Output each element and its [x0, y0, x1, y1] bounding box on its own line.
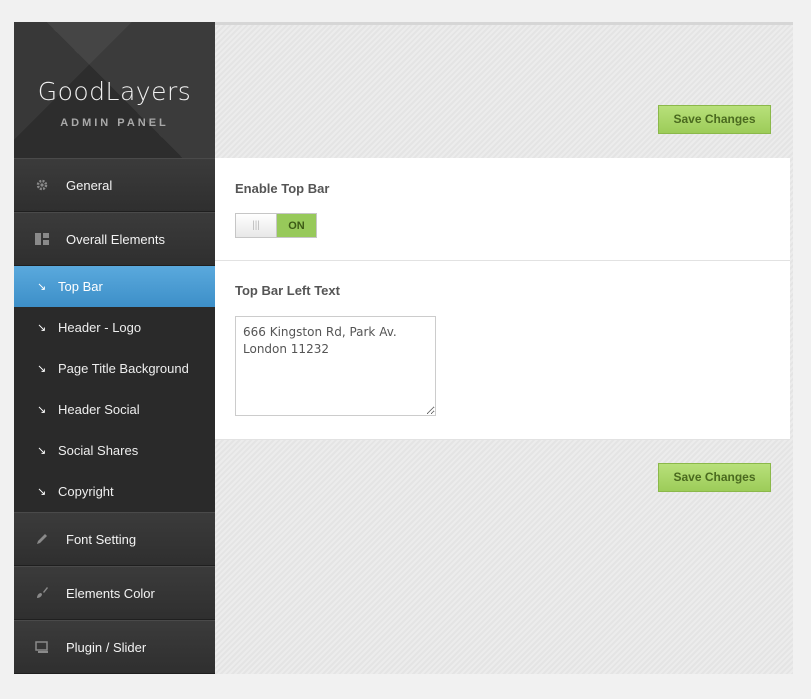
arrow-down-right-icon: ↘ [37, 281, 47, 293]
arrow-down-right-icon: ↘ [37, 486, 47, 498]
brand-subtitle: ADMIN PANEL [60, 117, 169, 129]
submenu-overall-elements: ↘ Top Bar ↘ Header - Logo ↘ Page Title B… [14, 266, 215, 512]
sidebar-item-plugin-slider[interactable]: Plugin / Slider [14, 620, 215, 674]
toggle-knob: ||| [236, 214, 277, 237]
slider-icon [35, 640, 49, 654]
sidebar-subitem-header-social[interactable]: ↘ Header Social [14, 389, 215, 430]
arrow-down-right-icon: ↘ [37, 363, 47, 375]
arrow-down-right-icon: ↘ [37, 322, 47, 334]
toggle-state-text: ON [277, 214, 316, 237]
sidebar-item-label: General [66, 177, 113, 193]
sidebar-subitem-label: Header - Logo [58, 320, 142, 335]
save-changes-button-bottom[interactable]: Save Changes [658, 463, 771, 492]
sidebar-subitem-label: Top Bar [58, 279, 103, 294]
enable-top-bar-toggle[interactable]: ||| ON [235, 213, 317, 238]
enable-top-bar-panel: Enable Top Bar ||| ON [215, 158, 790, 261]
sidebar-subitem-header-logo[interactable]: ↘ Header - Logo [14, 307, 215, 348]
sidebar-subitem-copyright[interactable]: ↘ Copyright [14, 471, 215, 512]
sidebar-item-label: Elements Color [66, 585, 155, 601]
sidebar-item-overall-elements[interactable]: Overall Elements [14, 212, 215, 266]
brush-icon [35, 586, 49, 600]
sidebar-item-font-setting[interactable]: Font Setting [14, 512, 215, 566]
sidebar-subitem-top-bar[interactable]: ↘ Top Bar [14, 266, 215, 307]
enable-top-bar-label: Enable Top Bar [235, 181, 330, 196]
sidebar-item-label: Font Setting [66, 531, 137, 547]
sidebar-subitem-social-shares[interactable]: ↘ Social Shares [14, 430, 215, 471]
brand-header: GoodLayers ADMIN PANEL [14, 22, 215, 158]
top-bar-left-text-panel: Top Bar Left Text 666 Kingston Rd, Park … [215, 261, 790, 440]
sidebar-subitem-label: Page Title Background [58, 361, 189, 376]
gear-icon [35, 178, 49, 192]
layout-icon [35, 232, 49, 246]
sidebar-item-label: Overall Elements [66, 231, 165, 247]
top-bar-left-text-label: Top Bar Left Text [235, 283, 340, 298]
sidebar-item-general[interactable]: General [14, 158, 215, 212]
sidebar-subitem-label: Header Social [58, 402, 140, 417]
sidebar: GoodLayers ADMIN PANEL General Overall E… [14, 22, 215, 674]
arrow-down-right-icon: ↘ [37, 445, 47, 457]
sidebar-subitem-page-title-background[interactable]: ↘ Page Title Background [14, 348, 215, 389]
save-changes-button-top[interactable]: Save Changes [658, 105, 771, 134]
arrow-down-right-icon: ↘ [37, 404, 47, 416]
main-content: Save Changes Enable Top Bar ||| ON Top B… [215, 25, 793, 674]
sidebar-item-elements-color[interactable]: Elements Color [14, 566, 215, 620]
pencil-icon [35, 532, 49, 546]
sidebar-subitem-label: Social Shares [58, 443, 139, 458]
top-bar-left-text-input[interactable]: 666 Kingston Rd, Park Av. London 11232 [235, 316, 436, 416]
sidebar-subitem-label: Copyright [58, 484, 114, 499]
sidebar-item-label: Plugin / Slider [66, 639, 147, 655]
brand-logo: GoodLayers [37, 77, 192, 106]
